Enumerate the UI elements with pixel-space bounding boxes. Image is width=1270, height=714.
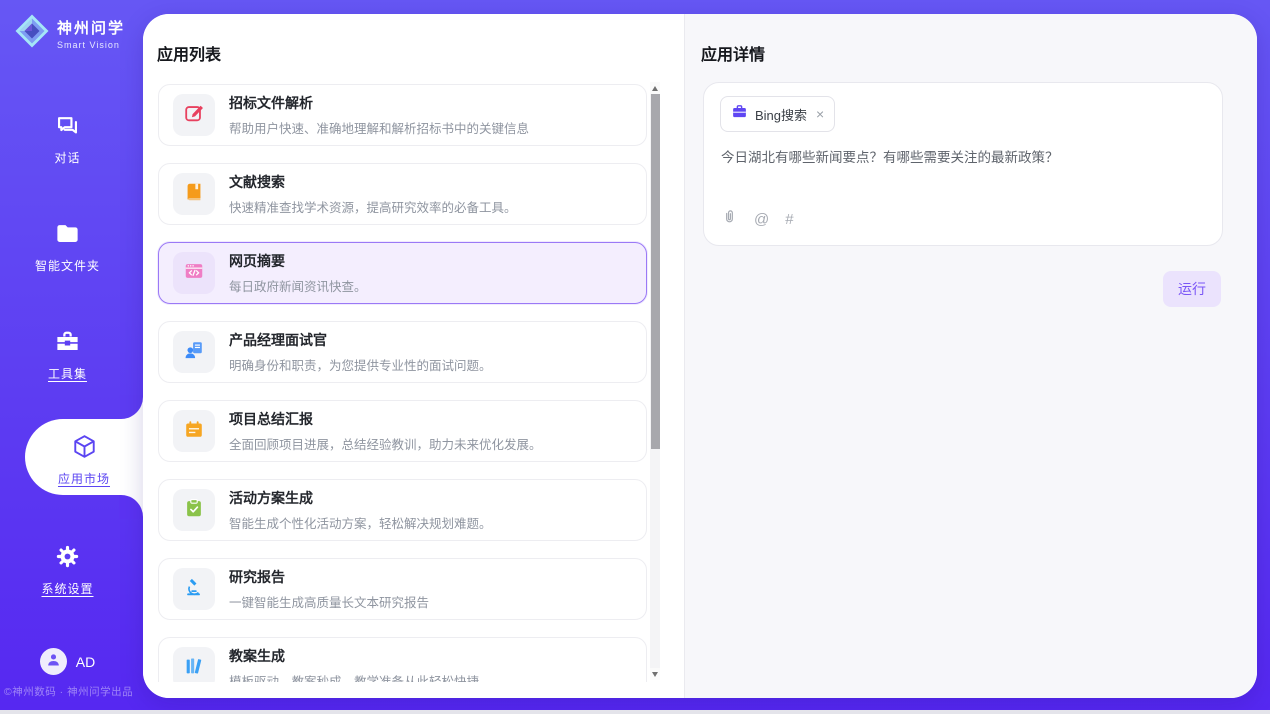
app-detail-pane: 应用详情 Bing搜索 × 今日湖北有哪些新闻要点？有哪些需要关注的最新政策？ … <box>684 14 1257 698</box>
user-row[interactable]: AD <box>0 648 135 675</box>
books-icon <box>183 655 205 682</box>
sidebar-item-toolset[interactable]: 工具集 <box>0 328 135 382</box>
app-card-desc: 帮助用户快速、准确地理解和解析招标书中的关键信息 <box>229 118 529 137</box>
microscope-icon <box>183 576 205 603</box>
app-icon-box <box>173 252 215 294</box>
app-icon-box <box>173 489 215 531</box>
scroll-down-button[interactable] <box>650 668 660 680</box>
user-avatar-icon <box>45 651 62 673</box>
briefcase-icon <box>731 103 748 125</box>
gear-icon <box>54 543 81 570</box>
app-card-title: 产品经理面试官 <box>229 330 492 350</box>
brand-logo: 神州问学 Smart Vision <box>14 13 125 54</box>
scrollbar-thumb[interactable] <box>651 94 660 449</box>
app-card[interactable]: 招标文件解析帮助用户快速、准确地理解和解析招标书中的关键信息 <box>158 84 647 146</box>
mention-icon[interactable]: @ <box>754 211 769 228</box>
pen-square-icon <box>183 102 205 129</box>
app-card-desc: 一键智能生成高质量长文本研究报告 <box>229 592 429 611</box>
app-card-desc: 每日政府新闻资讯快查。 <box>229 276 367 295</box>
sidebar-item-label: 系统设置 <box>0 580 135 597</box>
app-icon-box <box>173 331 215 373</box>
close-icon[interactable]: × <box>816 107 824 121</box>
tool-tag-bing-search[interactable]: Bing搜索 × <box>720 96 835 132</box>
app-card-title: 招标文件解析 <box>229 93 529 113</box>
app-card[interactable]: 产品经理面试官明确身份和职责，为您提供专业性的面试问题。 <box>158 321 647 383</box>
interviewer-icon <box>183 339 205 366</box>
app-card-title: 文献搜索 <box>229 172 517 192</box>
sidebar-item-app-market[interactable]: 应用市场 <box>25 419 143 495</box>
attachment-icon[interactable] <box>721 208 738 230</box>
app-card[interactable]: 项目总结汇报全面回顾项目进展，总结经验教训，助力未来优化发展。 <box>158 400 647 462</box>
app-frame: 神州问学 Smart Vision 对话智能文件夹工具集应用市场系统设置 AD … <box>0 0 1270 710</box>
sidebar: 神州问学 Smart Vision 对话智能文件夹工具集应用市场系统设置 AD … <box>0 0 135 710</box>
app-icon-box <box>173 410 215 452</box>
app-card-desc: 快速精准查找学术资源，提高研究效率的必备工具。 <box>229 197 517 216</box>
app-icon-box <box>173 173 215 215</box>
folder-icon <box>54 220 81 247</box>
hash-icon[interactable]: # <box>785 211 793 228</box>
app-list-viewport: 招标文件解析帮助用户快速、准确地理解和解析招标书中的关键信息文献搜索快速精准查找… <box>143 84 684 682</box>
sidebar-item-chat[interactable]: 对话 <box>0 112 135 166</box>
prompt-card[interactable]: Bing搜索 × 今日湖北有哪些新闻要点？有哪些需要关注的最新政策？ @# <box>703 82 1223 246</box>
app-detail-title: 应用详情 <box>701 41 765 65</box>
book-icon <box>183 181 205 208</box>
app-card-desc: 模板驱动，教案秒成，教学准备从此轻松快捷 <box>229 671 479 682</box>
app-icon-box <box>173 94 215 136</box>
avatar[interactable] <box>40 648 67 675</box>
app-icon-box <box>173 647 215 682</box>
app-card[interactable]: 文献搜索快速精准查找学术资源，提高研究效率的必备工具。 <box>158 163 647 225</box>
input-toolbar: @# <box>721 208 794 230</box>
sidebar-item-label: 工具集 <box>0 365 135 382</box>
browser-code-icon <box>183 260 205 287</box>
sidebar-item-system-settings[interactable]: 系统设置 <box>0 543 135 597</box>
sidebar-item-smart-folder[interactable]: 智能文件夹 <box>0 220 135 274</box>
tool-tag-label: Bing搜索 <box>755 105 807 124</box>
app-card-title: 项目总结汇报 <box>229 409 542 429</box>
chat-icon <box>54 112 81 139</box>
arrow-down-icon <box>652 672 658 677</box>
app-card-desc: 智能生成个性化活动方案，轻松解决规划难题。 <box>229 513 492 532</box>
app-card-desc: 全面回顾项目进展，总结经验教训，助力未来优化发展。 <box>229 434 542 453</box>
run-button[interactable]: 运行 <box>1163 271 1221 307</box>
app-card-desc: 明确身份和职责，为您提供专业性的面试问题。 <box>229 355 492 374</box>
cube-icon <box>71 433 98 460</box>
scrollbar[interactable] <box>650 82 660 680</box>
app-card-title: 活动方案生成 <box>229 488 492 508</box>
sidebar-item-label: 智能文件夹 <box>0 257 135 274</box>
clipboard-check-icon <box>183 497 205 524</box>
brand-subtitle: Smart Vision <box>57 40 125 50</box>
active-curve-bottom <box>119 495 143 519</box>
app-card[interactable]: 教案生成模板驱动，教案秒成，教学准备从此轻松快捷 <box>158 637 647 682</box>
arrow-up-icon <box>652 86 658 91</box>
calendar-icon <box>183 418 205 445</box>
app-card[interactable]: 网页摘要每日政府新闻资讯快查。 <box>158 242 647 304</box>
app-card[interactable]: 研究报告一键智能生成高质量长文本研究报告 <box>158 558 647 620</box>
query-text[interactable]: 今日湖北有哪些新闻要点？有哪些需要关注的最新政策？ <box>721 146 1206 166</box>
app-card-title: 网页摘要 <box>229 251 367 271</box>
user-initials: AD <box>76 654 95 670</box>
app-card-title: 教案生成 <box>229 646 479 666</box>
app-list-title: 应用列表 <box>157 41 221 65</box>
app-icon-box <box>173 568 215 610</box>
sidebar-item-label: 对话 <box>0 149 135 166</box>
scroll-up-button[interactable] <box>650 82 660 94</box>
app-card[interactable]: 活动方案生成智能生成个性化活动方案，轻松解决规划难题。 <box>158 479 647 541</box>
sidebar-footer: ©神州数码 · 神州问学出品 <box>4 684 135 699</box>
app-card-title: 研究报告 <box>229 567 429 587</box>
main-panel: 应用列表 招标文件解析帮助用户快速、准确地理解和解析招标书中的关键信息文献搜索快… <box>143 14 1257 698</box>
window-bottom-edge <box>0 710 1270 714</box>
brand-name: 神州问学 <box>57 17 125 38</box>
logo-diamond-icon <box>14 13 50 54</box>
active-curve-top <box>119 395 143 419</box>
app-list-pane: 应用列表 招标文件解析帮助用户快速、准确地理解和解析招标书中的关键信息文献搜索快… <box>143 14 684 698</box>
toolbox-icon <box>54 328 81 355</box>
sidebar-item-label: 应用市场 <box>25 470 143 487</box>
